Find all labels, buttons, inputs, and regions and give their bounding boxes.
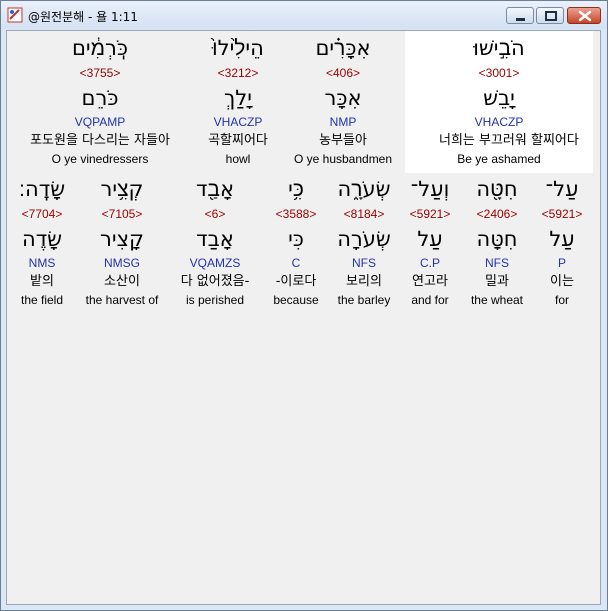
- hebrew-word: שָׂדֶֽה׃: [18, 177, 66, 201]
- verse-analysis-pane: הֹבִ֣ישׁוּ <3001> יָבֵשׁ VHACZP 너희는 부끄러워…: [6, 30, 601, 605]
- word-card[interactable]: חִטָּ֖ה <2406> חִטָּה NFS 밀과 the wheat: [457, 174, 537, 309]
- korean-gloss: 보리의: [346, 274, 382, 289]
- hebrew-root: חִטָּה: [476, 227, 518, 251]
- word-card[interactable]: כֹּֽרְמִ֔ים <3755> כֹּרֵם VQPAMP 포도원을 다스…: [15, 33, 185, 168]
- word-card[interactable]: אָבַ֖ד <6> אָבַד VQAMZS 다 없어졌음- is peris…: [165, 174, 265, 309]
- hebrew-word: הֵילִ֙ילוּ֙: [212, 36, 264, 60]
- hebrew-root: אָבַד: [196, 227, 234, 251]
- korean-gloss: -이로다: [275, 274, 317, 289]
- english-gloss: O ye vinedressers: [51, 152, 149, 166]
- parse-code: NFS: [352, 256, 376, 270]
- hebrew-word: כֹּֽרְמִ֔ים: [71, 36, 129, 60]
- korean-gloss: 포도원을 다스리는 자들아: [30, 133, 170, 148]
- hebrew-root: שְׂעֹרָה: [337, 227, 391, 251]
- english-gloss: Be ye ashamed: [457, 152, 541, 166]
- strong-number[interactable]: <7704>: [9, 204, 75, 224]
- hebrew-root: יָלַךְ: [224, 86, 252, 110]
- hebrew-word: עַל־: [545, 177, 579, 201]
- strong-number[interactable]: <3001>: [439, 63, 559, 83]
- strong-number[interactable]: <8184>: [323, 204, 405, 224]
- korean-gloss: 소산이: [104, 274, 140, 289]
- korean-gloss: 농부들아: [319, 133, 367, 148]
- hebrew-root: קָצִיר: [100, 227, 144, 251]
- hebrew-word: חִטָּ֖ה: [476, 177, 518, 201]
- app-window: @원전분해 - 욜 1:11 הֹבִ֣ישׁוּ <3001> יָבֵשׁ …: [0, 0, 608, 611]
- english-gloss: the wheat: [470, 293, 524, 307]
- word-card[interactable]: הֵילִ֙ילוּ֙ <3212> יָלַךְ VHACZP 곡할찌어다 h…: [178, 33, 298, 168]
- strong-number[interactable]: <5921>: [527, 204, 597, 224]
- window-title: @원전분해 - 욜 1:11: [28, 10, 138, 24]
- parse-code: P: [557, 256, 566, 270]
- minimize-icon: [516, 18, 525, 21]
- strong-number[interactable]: <7105>: [77, 204, 167, 224]
- hebrew-root: אִכָּר: [324, 86, 362, 110]
- korean-gloss: 너희는 부끄러워 할찌어다: [439, 133, 579, 148]
- hebrew-root: כֹּרֵם: [81, 86, 119, 110]
- hebrew-word: אָבַ֖ד: [195, 177, 235, 201]
- word-card[interactable]: כִּ֥י <3588> כִּי C -이로다 because: [261, 174, 331, 309]
- close-icon: [578, 10, 592, 22]
- word-card[interactable]: אִכָּרִ֗ים <406> אִכָּר NMP 농부들아 O ye hu…: [283, 33, 403, 168]
- strong-number[interactable]: <2406>: [457, 204, 537, 224]
- parse-code: NMS: [28, 256, 56, 270]
- korean-gloss: 이는: [550, 274, 574, 289]
- english-gloss: O ye husbandmen: [293, 152, 393, 166]
- english-gloss: the barley: [337, 293, 391, 307]
- korean-gloss: 다 없어졌음-: [180, 274, 250, 289]
- minimize-button[interactable]: [506, 7, 534, 24]
- maximize-icon: [545, 11, 557, 21]
- parse-code: NMP: [329, 115, 357, 129]
- english-gloss: is perished: [185, 293, 245, 307]
- hebrew-root: עַל: [549, 227, 575, 251]
- hebrew-root: כִּי: [288, 227, 304, 251]
- english-gloss: the harvest of: [85, 293, 159, 307]
- parse-code: NFS: [485, 256, 509, 270]
- parse-code: VQPAMP: [74, 115, 126, 129]
- hebrew-word: אִכָּרִ֗ים: [315, 36, 371, 60]
- strong-number[interactable]: <3755>: [15, 63, 185, 83]
- korean-gloss: 밀과: [485, 274, 509, 289]
- hebrew-word: הֹבִ֣ישׁוּ: [473, 36, 525, 60]
- parse-code: C: [291, 256, 301, 270]
- hebrew-root: שָׂדֶה: [21, 227, 63, 251]
- word-card[interactable]: עַל־ <5921> עַל P 이는 for: [527, 174, 597, 309]
- korean-gloss: 밭의: [30, 274, 54, 289]
- maximize-button[interactable]: [536, 7, 564, 24]
- word-card[interactable]: הֹבִ֣ישׁוּ <3001> יָבֵשׁ VHACZP 너희는 부끄러워…: [439, 33, 579, 168]
- strong-number[interactable]: <3212>: [178, 63, 298, 83]
- korean-gloss: 곡할찌어다: [208, 133, 268, 148]
- strong-number[interactable]: <3588>: [261, 204, 331, 224]
- strong-number[interactable]: <6>: [165, 204, 265, 224]
- english-gloss: howl: [225, 152, 251, 166]
- english-gloss: the field: [20, 293, 64, 307]
- word-card[interactable]: שָׂדֶֽה׃ <7704> שָׂדֶה NMS 밭의 the field: [9, 174, 75, 309]
- title-bar[interactable]: @원전분해 - 욜 1:11: [1, 1, 607, 29]
- english-gloss: for: [554, 293, 569, 307]
- hebrew-root: יָבֵשׁ: [483, 86, 515, 110]
- parse-code: NMSG: [104, 256, 140, 270]
- parse-code: VQAMZS: [189, 256, 241, 270]
- app-icon: [7, 7, 23, 23]
- hebrew-word: כִּ֥י: [288, 177, 304, 201]
- hebrew-word: קְצִ֥יר: [100, 177, 144, 201]
- parse-code: VHACZP: [474, 115, 524, 129]
- hebrew-word: שְׂעֹרָ֑ה: [337, 177, 391, 201]
- english-gloss: because: [273, 293, 319, 307]
- parse-code: VHACZP: [213, 115, 263, 129]
- close-button[interactable]: [567, 7, 601, 24]
- word-card[interactable]: קְצִ֥יר <7105> קָצִיר NMSG 소산이 the harve…: [77, 174, 167, 309]
- word-card[interactable]: שְׂעֹרָ֑ה <8184> שְׂעֹרָה NFS 보리의 the ba…: [323, 174, 405, 309]
- strong-number[interactable]: <406>: [283, 63, 403, 83]
